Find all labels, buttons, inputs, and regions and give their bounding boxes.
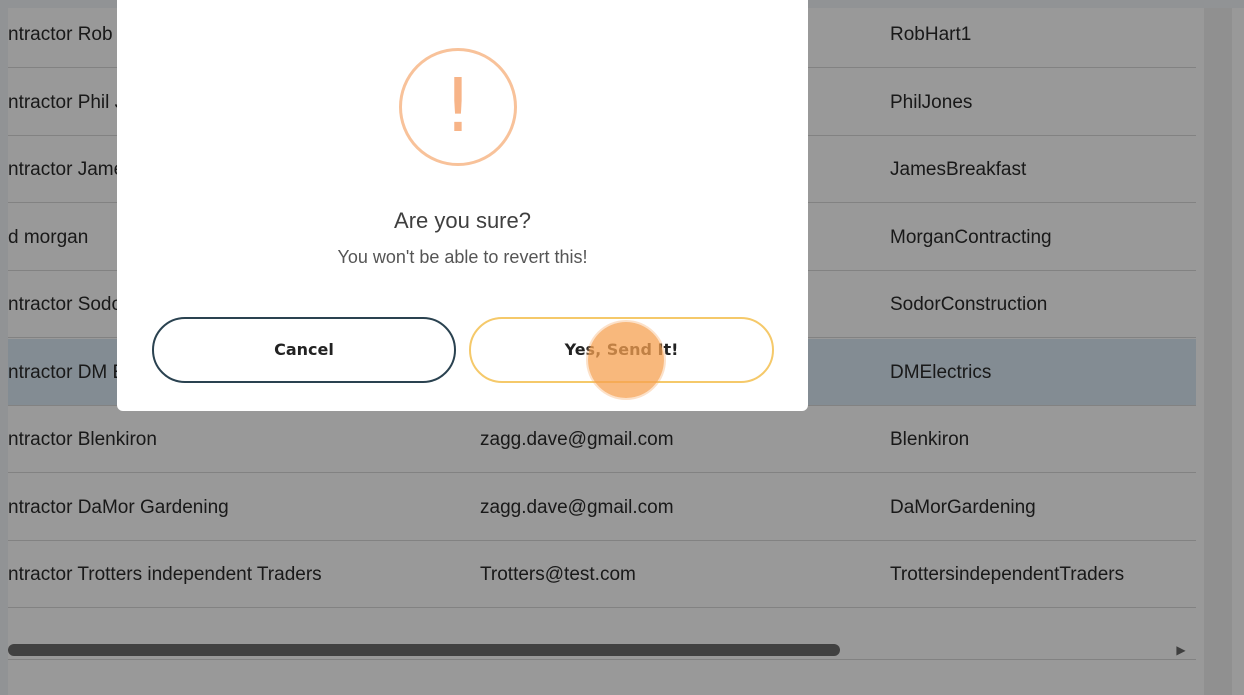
warning-icon: ! (399, 48, 517, 166)
click-indicator (588, 322, 664, 398)
confirm-dialog: ! Are you sure? You won't be able to rev… (117, 0, 808, 411)
dialog-title: Are you sure? (394, 208, 531, 233)
dialog-message: You won't be able to revert this! (337, 247, 588, 267)
cancel-button[interactable]: Cancel (152, 317, 456, 383)
